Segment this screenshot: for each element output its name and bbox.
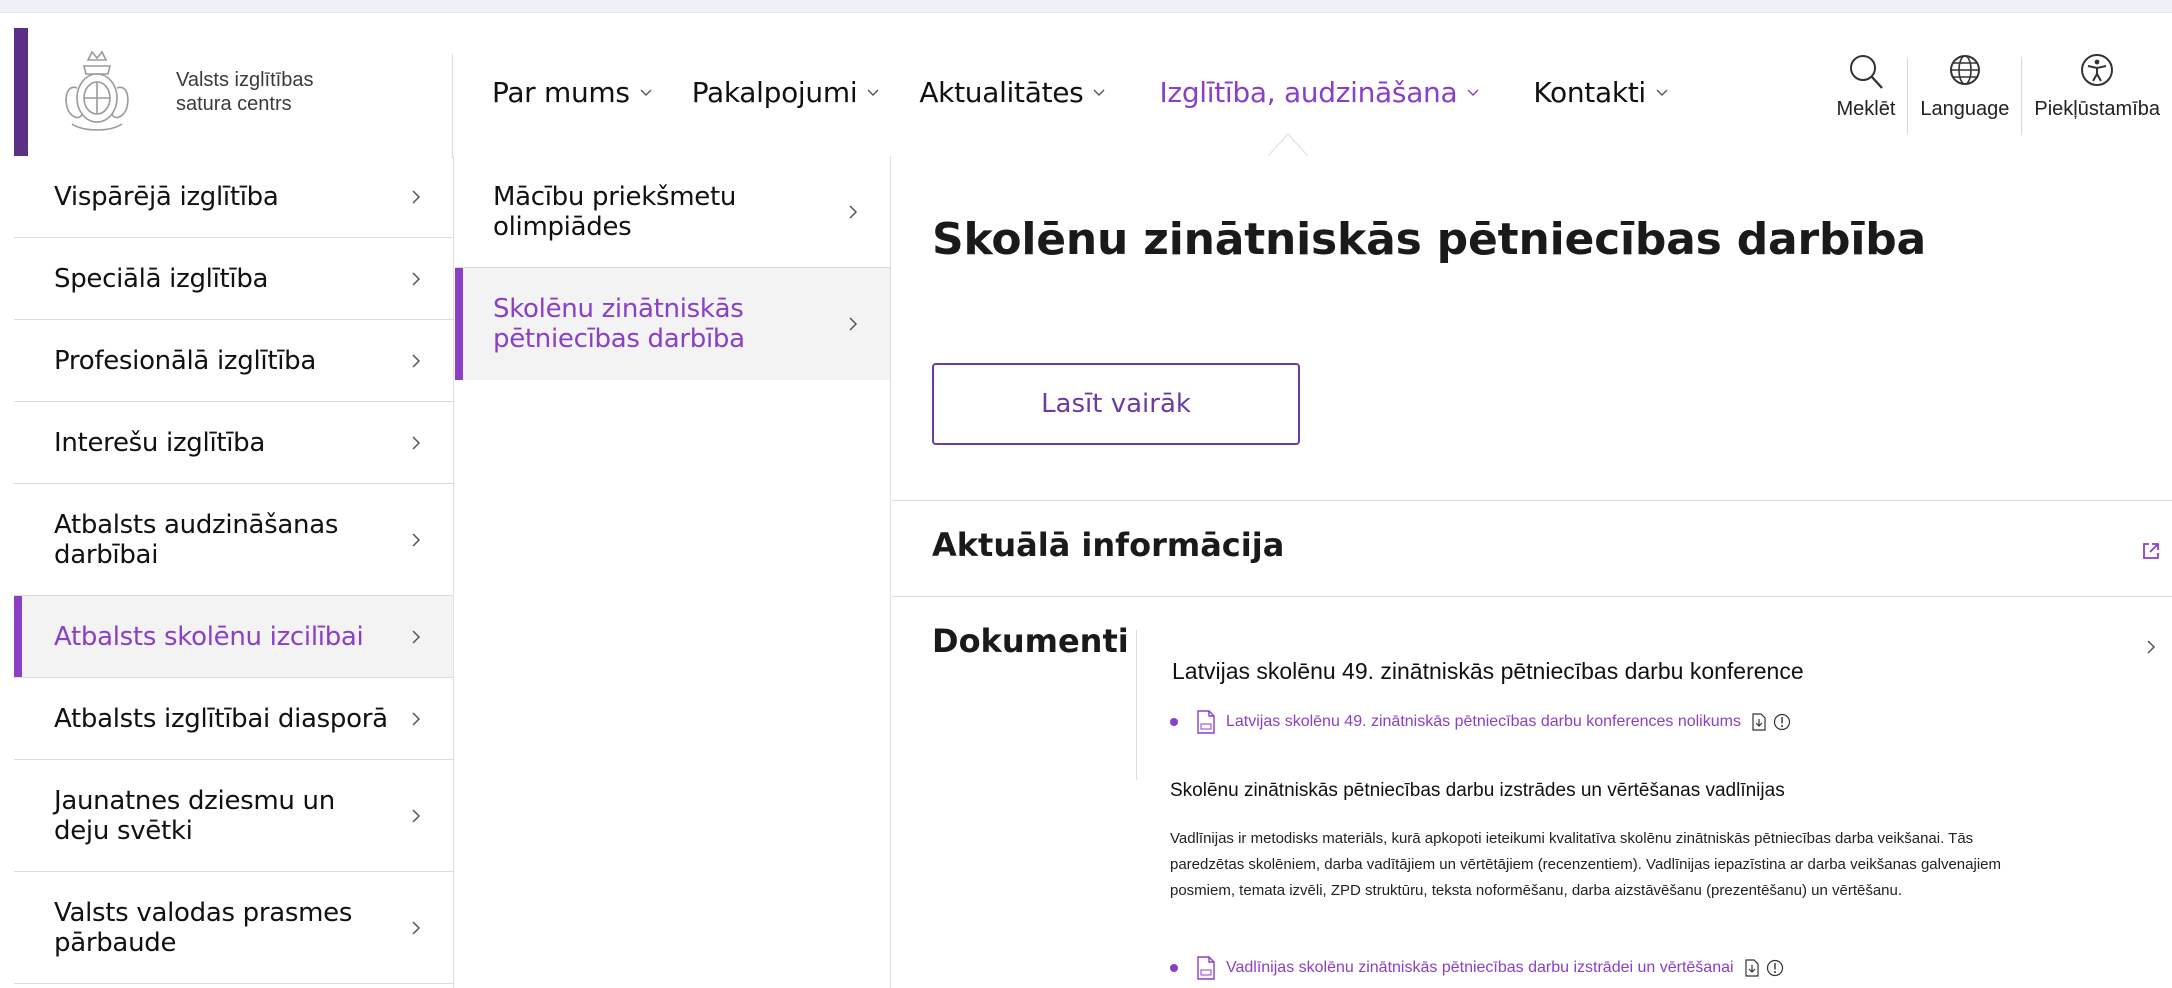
coat-of-arms-icon bbox=[65, 50, 129, 131]
search-label: Meklēt bbox=[1836, 98, 1896, 120]
sub-menu-item[interactable]: Mācību priekšmetu olimpiādes bbox=[455, 156, 890, 268]
chevron-right-icon bbox=[412, 808, 421, 823]
search-button[interactable]: Meklēt bbox=[1824, 55, 1907, 134]
chevron-right-icon bbox=[412, 353, 421, 368]
logo-line-2: satura centrs bbox=[176, 93, 292, 115]
nav-item-izglitiba-audzinasana[interactable]: Izglītība, audzināšana bbox=[1159, 76, 1479, 109]
header-divider bbox=[452, 54, 453, 158]
left-menu: Vispārējā izglītība Speciālā izglītība P… bbox=[14, 156, 454, 988]
chevron-right-icon bbox=[412, 920, 421, 935]
left-menu-item-label: Vispārējā izglītība bbox=[54, 181, 279, 212]
nav-item-label: Kontakti bbox=[1533, 75, 1646, 109]
nav-item-label: Pakalpojumi bbox=[691, 75, 858, 109]
doc-group-description: Vadlīnijas ir metodisks materiāls, kurā … bbox=[1170, 830, 2001, 899]
nav-item-pakalpojumi[interactable]: Pakalpojumi bbox=[692, 76, 880, 109]
doc-group-title: Latvijas skolēnu 49. zinātniskās pētniec… bbox=[1172, 658, 1804, 684]
divider bbox=[892, 500, 2172, 501]
document-icon bbox=[1197, 710, 1215, 734]
left-menu-item[interactable]: Jaunatnes dziesmu un deju svētki bbox=[14, 760, 453, 872]
chevron-right-icon[interactable] bbox=[2144, 638, 2158, 656]
sub-menu-item-active[interactable]: Skolēnu zinātniskās pētniecības darbība bbox=[455, 268, 890, 380]
file-download-icon bbox=[1752, 713, 1766, 731]
chevron-down-icon bbox=[867, 89, 879, 96]
accessibility-button[interactable]: Piekļūstamība bbox=[2021, 54, 2172, 134]
sub-menu: Mācību priekšmetu olimpiādes Skolēnu zin… bbox=[455, 156, 891, 988]
left-menu-item-label: Atbalsts skolēnu izcilībai bbox=[54, 621, 364, 652]
nav-item-par-mums[interactable]: Par mums bbox=[492, 76, 652, 109]
main-nav: Par mums Pakalpojumi Aktualitātes Izglīt… bbox=[492, 72, 1722, 112]
accessibility-label: Piekļūstamība bbox=[2034, 98, 2160, 120]
left-menu-item[interactable]: Vispārējā izglītība bbox=[14, 156, 453, 238]
left-menu-item-label: Interešu izglītība bbox=[54, 427, 266, 458]
left-menu-item[interactable]: Profesionālā izglītība bbox=[14, 320, 453, 402]
left-menu-item-label: Jaunatnes dziesmu un deju svētki bbox=[54, 785, 335, 846]
info-icon bbox=[1773, 713, 1791, 731]
header-accent-bar bbox=[14, 28, 28, 156]
chevron-right-icon bbox=[412, 711, 421, 726]
accessibility-icon bbox=[2081, 54, 2114, 86]
file-download-icon bbox=[1744, 959, 1759, 977]
chevron-right-icon bbox=[849, 317, 858, 331]
logo-line-1: Valsts izglītības bbox=[176, 69, 314, 91]
doc-link-label: Vadlīnijas skolēnu zinātniskās pētniecīb… bbox=[1226, 959, 1734, 976]
doc-link[interactable]: Vadlīnijas skolēnu zinātniskās pētniecīb… bbox=[1170, 956, 1784, 980]
sub-menu-item-label: Skolēnu zinātniskās pētniecības darbība bbox=[493, 294, 745, 354]
nav-item-label: Izglītība, audzināšana bbox=[1159, 75, 1458, 109]
left-menu-item-label: Atbalsts izglītībai diasporā bbox=[54, 703, 388, 734]
logo-text: Valsts izglītības satura centrs bbox=[176, 68, 313, 116]
info-icon bbox=[1766, 959, 1783, 977]
nav-item-label: Aktualitātes bbox=[919, 75, 1084, 109]
left-menu-item[interactable]: Atbalsts audzināšanas darbībai bbox=[14, 484, 453, 596]
bullet bbox=[1170, 718, 1178, 726]
site-logo[interactable]: Valsts izglītības satura centrs bbox=[58, 44, 458, 140]
chevron-down-icon bbox=[1656, 89, 1668, 96]
chevron-right-icon bbox=[849, 204, 858, 219]
doc-link[interactable]: Latvijas skolēnu 49. zinātniskās pētniec… bbox=[1170, 710, 1791, 734]
nav-item-label: Par mums bbox=[492, 75, 630, 109]
chevron-right-icon bbox=[412, 435, 421, 450]
left-menu-item[interactable]: Interešu izglītība bbox=[14, 402, 453, 484]
dropdown-pointer bbox=[1268, 133, 1308, 156]
left-menu-item-label: Speciālā izglītība bbox=[54, 263, 269, 294]
doc-group-title: Skolēnu zinātniskās pētniecības darbu iz… bbox=[1170, 780, 1785, 801]
read-more-button[interactable]: Lasīt vairāk bbox=[932, 363, 1300, 445]
chevron-right-icon bbox=[412, 629, 421, 644]
current-info-heading[interactable]: Aktuālā informācija bbox=[932, 526, 1284, 564]
chevron-right-icon bbox=[412, 189, 421, 204]
nav-item-kontakti[interactable]: Kontakti bbox=[1533, 76, 1668, 109]
globe-icon bbox=[1949, 55, 1980, 85]
documents-divider bbox=[1136, 630, 1137, 780]
left-menu-item[interactable]: Valsts valodas prasmes pārbaude bbox=[14, 872, 453, 984]
documents-heading: Dokumenti bbox=[932, 622, 1129, 660]
left-menu-item-active[interactable]: Atbalsts skolēnu izcilībai bbox=[14, 596, 453, 678]
external-link-icon[interactable] bbox=[2140, 540, 2162, 562]
doc-link-label: Latvijas skolēnu 49. zinātniskās pētniec… bbox=[1226, 713, 1741, 730]
page-title: Skolēnu zinātniskās pētniecības darbība bbox=[932, 214, 1927, 265]
chevron-right-icon bbox=[412, 271, 421, 286]
left-menu-item-label: Valsts valodas prasmes pārbaude bbox=[54, 897, 353, 958]
sub-menu-item-label: Mācību priekšmetu olimpiādes bbox=[493, 181, 737, 242]
chevron-down-icon bbox=[1093, 89, 1105, 96]
chevron-down-icon bbox=[640, 89, 652, 96]
chevron-right-icon bbox=[412, 532, 421, 547]
language-button[interactable]: Language bbox=[1907, 55, 2021, 134]
left-menu-item[interactable]: Speciālā izglītība bbox=[14, 238, 453, 320]
header-tools: Meklēt Language Piekļūstamība bbox=[1824, 50, 2172, 160]
content-panel: Skolēnu zinātniskās pētniecības darbība … bbox=[892, 156, 2172, 988]
document-icon bbox=[1197, 956, 1215, 980]
left-menu-item[interactable]: Atbalsts izglītībai diasporā bbox=[14, 678, 453, 760]
chevron-down-icon bbox=[1467, 89, 1479, 96]
search-icon bbox=[1849, 55, 1883, 89]
bullet bbox=[1170, 964, 1178, 972]
top-strip bbox=[0, 0, 2172, 13]
divider bbox=[892, 596, 2172, 597]
left-menu-item-label: Atbalsts audzināšanas darbībai bbox=[54, 509, 339, 570]
nav-item-aktualitates[interactable]: Aktualitātes bbox=[919, 76, 1105, 109]
left-menu-item-label: Profesionālā izglītība bbox=[54, 345, 316, 376]
site-header: Valsts izglītības satura centrs Par mums… bbox=[14, 28, 2172, 158]
language-label: Language bbox=[1920, 98, 2010, 120]
